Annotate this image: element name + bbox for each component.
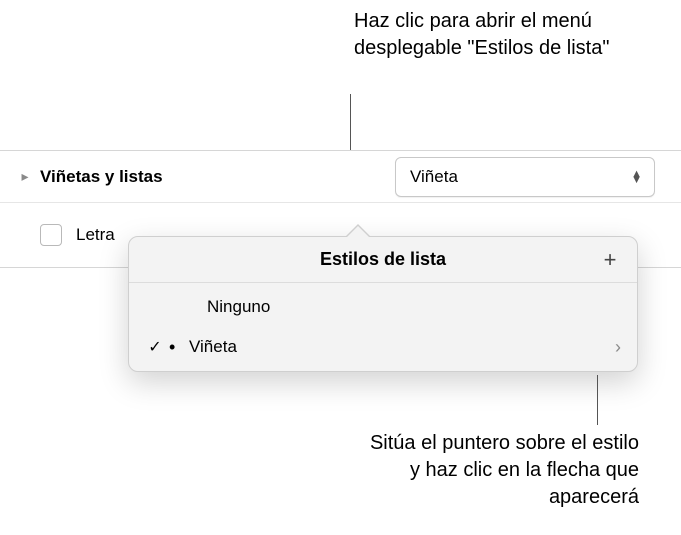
list-styles-popover: Estilos de lista + Ninguno ✓ • Viñeta › bbox=[128, 236, 638, 372]
list-styles-popup-value: Viñeta bbox=[410, 167, 458, 187]
list-style-item-bullet[interactable]: ✓ • Viñeta › bbox=[129, 327, 637, 367]
popover-list: Ninguno ✓ • Viñeta › bbox=[129, 283, 637, 371]
disclosure-chevron-icon[interactable]: ▸ bbox=[18, 168, 32, 185]
list-style-item-none[interactable]: Ninguno bbox=[129, 287, 637, 327]
checkmark-icon: ✓ bbox=[141, 337, 169, 357]
popup-chevrons-icon: ▲▼ bbox=[631, 171, 642, 183]
add-list-style-button[interactable]: + bbox=[595, 245, 625, 275]
popover-title: Estilos de lista bbox=[320, 249, 446, 270]
callout-top-text: Haz clic para abrir el menú desplegable … bbox=[354, 8, 614, 62]
lettered-checkbox[interactable] bbox=[40, 224, 62, 246]
bullet-preview-icon: • bbox=[169, 337, 189, 358]
plus-icon: + bbox=[604, 247, 617, 273]
bullets-and-lists-label: Viñetas y listas bbox=[40, 167, 395, 187]
list-style-name: Viñeta bbox=[189, 337, 615, 357]
list-style-name: Ninguno bbox=[141, 297, 621, 317]
lettered-label: Letra bbox=[76, 225, 115, 245]
callout-bottom-text: Sitúa el puntero sobre el estilo y haz c… bbox=[369, 430, 639, 511]
row-bullets-and-lists: ▸ Viñetas y listas Viñeta ▲▼ bbox=[0, 151, 681, 203]
callout-leader-bottom bbox=[597, 375, 598, 425]
list-styles-popup-button[interactable]: Viñeta ▲▼ bbox=[395, 157, 655, 197]
disclosure-arrow-icon[interactable]: › bbox=[615, 337, 621, 358]
popover-header: Estilos de lista + bbox=[129, 237, 637, 283]
